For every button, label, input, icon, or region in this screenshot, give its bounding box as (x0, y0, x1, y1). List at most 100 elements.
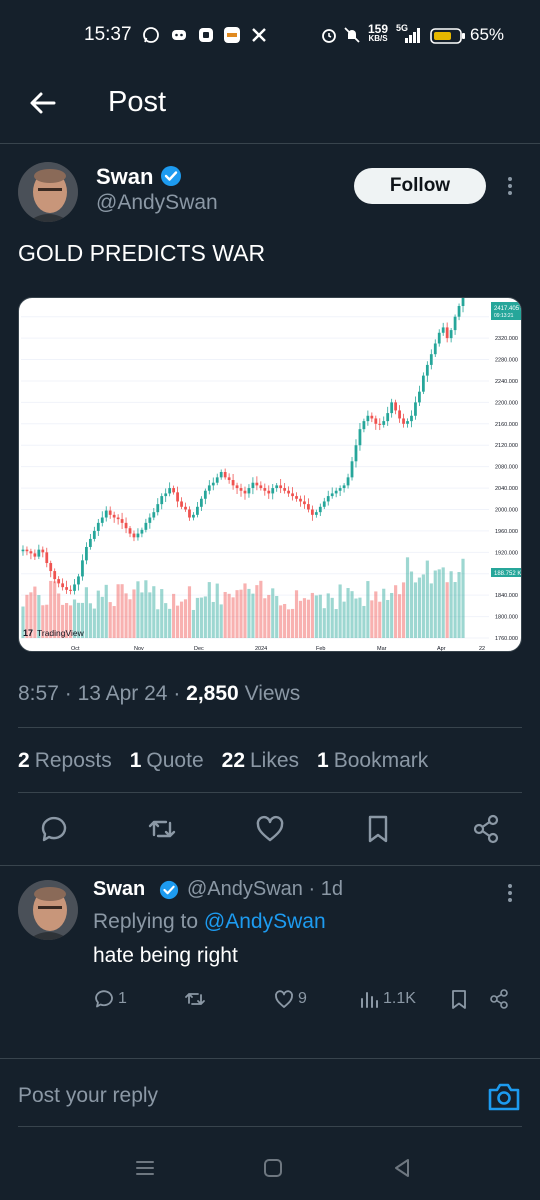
follow-button[interactable]: Follow (354, 168, 486, 204)
volume-bar (164, 603, 168, 638)
menu-icon[interactable] (133, 1156, 157, 1180)
volume-bar (235, 590, 239, 638)
candle-body (354, 445, 358, 462)
author-avatar[interactable] (18, 162, 78, 222)
candle-body (49, 563, 53, 572)
y-tick-label: 1920.000 (495, 550, 518, 556)
author-name[interactable]: Swan (96, 164, 153, 190)
reposts-stat[interactable]: 2 Reposts (18, 749, 112, 773)
y-tick-label: 1760.000 (495, 636, 518, 642)
candle-body (88, 538, 92, 547)
page-title: Post (108, 86, 167, 118)
repost-icon (185, 993, 205, 1005)
candle-body (196, 506, 199, 515)
home-icon[interactable] (261, 1156, 285, 1180)
volume-bar (358, 597, 362, 638)
volume-bar (259, 580, 263, 638)
volume-bar (33, 586, 37, 638)
reply-icon[interactable] (38, 813, 70, 845)
candle-body (184, 506, 187, 510)
chart-image[interactable]: 2360.0002320.0002280.0002240.0002200.000… (18, 297, 522, 652)
divider (0, 143, 540, 144)
reply-author-avatar[interactable] (18, 880, 78, 940)
candle-body (271, 488, 275, 494)
like-heart-icon[interactable] (254, 813, 286, 845)
likes-stat[interactable]: 22 Likes (222, 749, 299, 773)
volume-bar (413, 582, 418, 638)
volume-bar (390, 592, 394, 638)
candle-body (61, 583, 65, 588)
x-tick-label: Oct (71, 646, 80, 652)
battery-percent: 65% (470, 25, 505, 44)
candle-body (148, 517, 152, 523)
reply-share-action[interactable] (488, 986, 510, 1012)
more-options-icon[interactable] (500, 882, 520, 904)
volume-bar (172, 593, 176, 638)
volume-bar (401, 582, 406, 638)
candle-body (21, 549, 25, 552)
candle-body (223, 472, 227, 478)
volume-bar (425, 560, 429, 638)
volume-bar (330, 597, 334, 638)
volume-bar (409, 571, 414, 638)
share-icon[interactable] (470, 813, 502, 845)
verified-badge-icon (161, 166, 181, 186)
volume-bar (243, 583, 247, 638)
candle-body (437, 332, 441, 344)
volume-bar (100, 596, 104, 638)
reply-author-name[interactable]: Swan (93, 878, 145, 901)
candle-body (128, 528, 132, 534)
candle-body (358, 429, 362, 446)
views-label: Views (244, 682, 301, 705)
repost-icon[interactable] (146, 813, 178, 845)
candle-body (350, 461, 354, 478)
more-options-icon[interactable] (500, 174, 520, 198)
reply-handle-time[interactable]: @AndySwan · 1d (187, 878, 343, 901)
bookmarks-stat[interactable]: 1 Bookmark (317, 749, 428, 773)
reply-views-action[interactable]: 1.1K (358, 986, 416, 1012)
back-icon[interactable] (390, 1156, 414, 1180)
volume-bar (354, 598, 358, 638)
candle-body (362, 421, 366, 430)
reply-input[interactable]: Post your reply (18, 1084, 458, 1114)
back-arrow-icon[interactable] (26, 86, 60, 120)
author-handle[interactable]: @AndySwan (96, 191, 218, 215)
reply-reply-action[interactable]: 1 (93, 986, 127, 1012)
share-icon (490, 989, 508, 1009)
volume-bar (394, 585, 398, 638)
candle-body (108, 510, 112, 515)
candle-body (406, 421, 409, 424)
whatsapp-icon (143, 27, 159, 43)
candle-body (136, 533, 140, 538)
volume-bar (453, 582, 457, 638)
bookmark-icon[interactable] (362, 813, 394, 845)
volume-bar (176, 605, 180, 638)
divider (18, 727, 522, 728)
candle-body (441, 327, 445, 333)
reply-bookmark-action[interactable] (448, 986, 470, 1012)
y-tick-label: 1840.000 (495, 593, 518, 599)
tradingview-brand: TradingView (37, 628, 85, 638)
volume-bar (195, 597, 199, 638)
candle-body (318, 506, 322, 513)
candle-body (303, 501, 306, 505)
volume-bar (267, 594, 271, 638)
candle-body (394, 402, 398, 411)
quotes-stat[interactable]: 1 Quote (130, 749, 204, 773)
volume-bar (457, 572, 461, 638)
reply-like-action[interactable]: 9 (273, 986, 307, 1012)
volume-bar (255, 585, 259, 638)
candle-body (172, 488, 176, 493)
candle-body (65, 587, 68, 590)
divider (18, 1126, 522, 1127)
candle-body (255, 482, 259, 486)
camera-icon[interactable] (486, 1080, 522, 1114)
volume-bar (168, 608, 172, 638)
candle-body (215, 477, 219, 483)
volume-bar (132, 589, 136, 638)
reply-icon (95, 990, 113, 1008)
reply-repost-action[interactable] (184, 986, 206, 1012)
replying-to-handle[interactable]: @AndySwan (204, 910, 326, 933)
volume-bar (120, 584, 124, 638)
candle-body (425, 364, 429, 376)
